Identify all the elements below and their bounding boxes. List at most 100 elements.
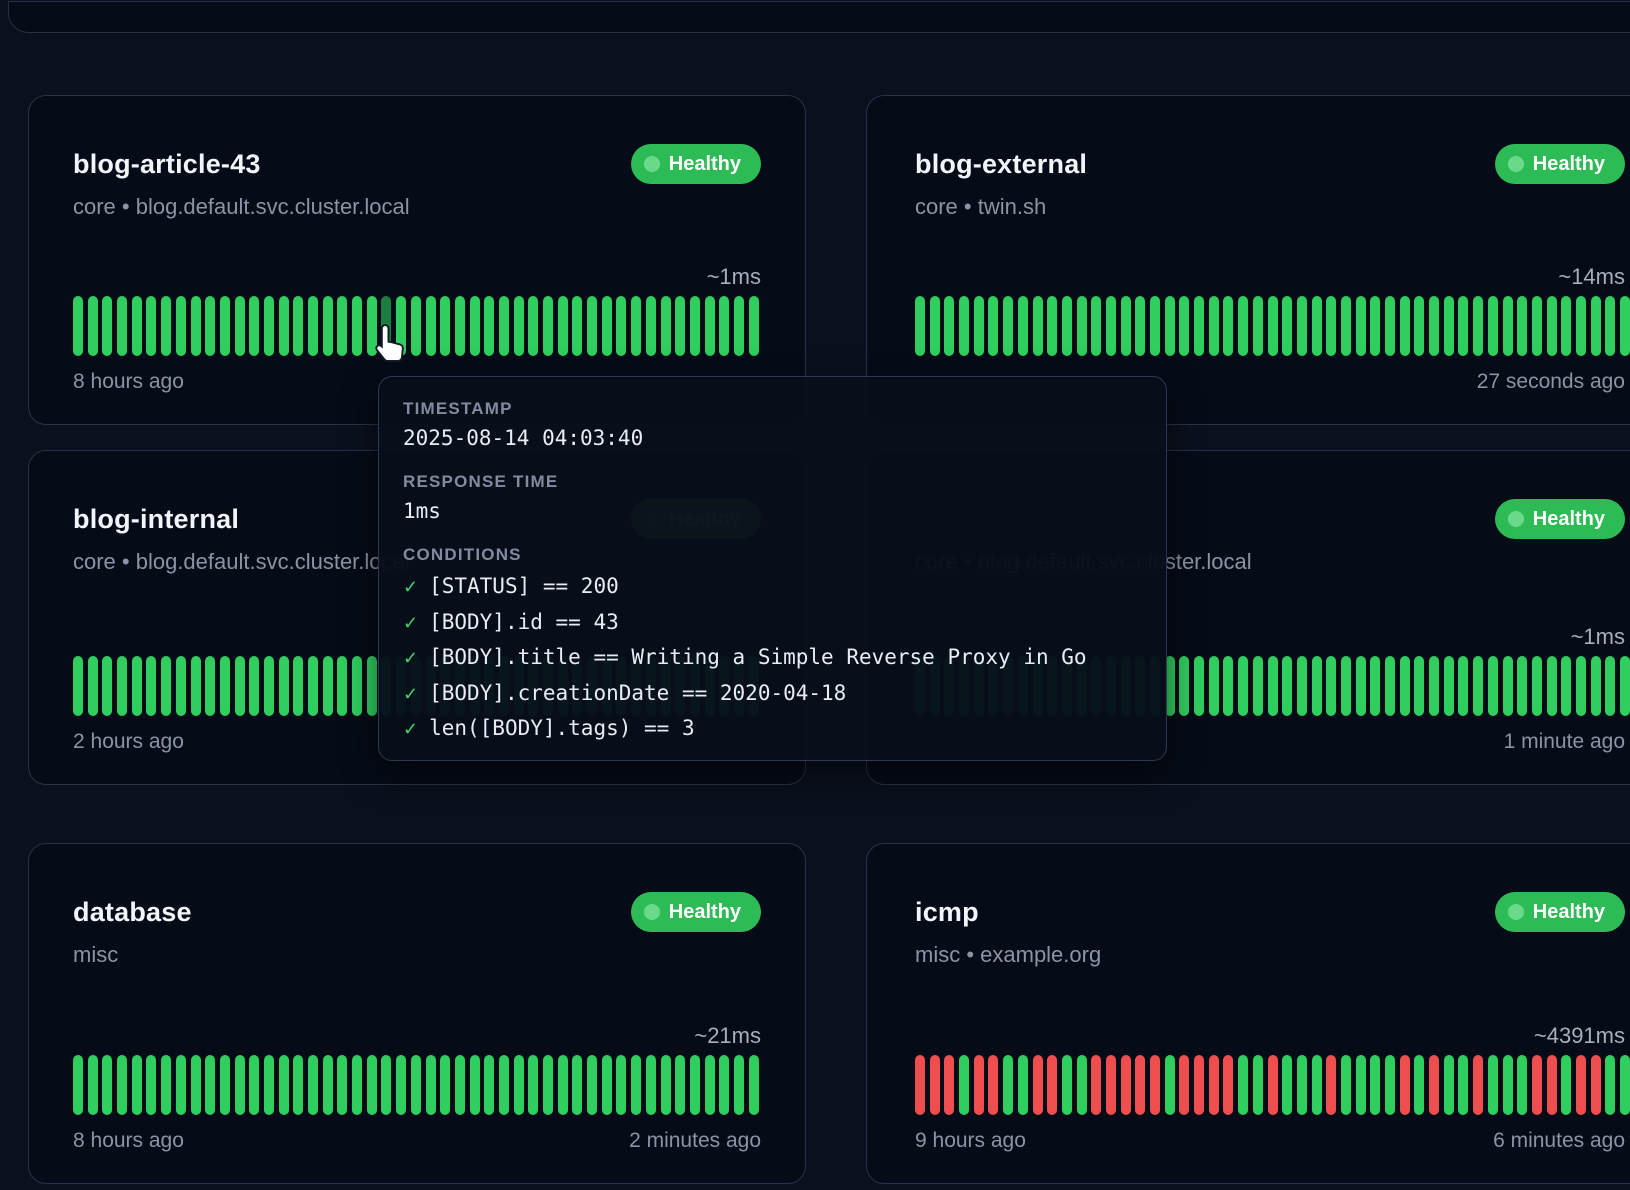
health-bar[interactable]	[1488, 656, 1498, 716]
health-bar[interactable]	[1458, 296, 1468, 356]
health-bar[interactable]	[749, 296, 759, 356]
health-bar[interactable]	[279, 296, 289, 356]
health-bar[interactable]	[1018, 296, 1028, 356]
health-bar[interactable]	[308, 1055, 318, 1115]
health-bar[interactable]	[235, 296, 245, 356]
health-bar[interactable]	[1591, 1055, 1601, 1115]
health-bar[interactable]	[323, 296, 333, 356]
health-bar[interactable]	[1385, 656, 1395, 716]
health-bar[interactable]	[1121, 296, 1131, 356]
health-bar[interactable]	[102, 296, 112, 356]
health-bar[interactable]	[1370, 656, 1380, 716]
health-bar[interactable]	[264, 296, 274, 356]
health-bar[interactable]	[1297, 656, 1307, 716]
health-bar[interactable]	[279, 656, 289, 716]
health-bar[interactable]	[1135, 296, 1145, 356]
health-bar[interactable]	[88, 296, 98, 356]
health-bar[interactable]	[235, 1055, 245, 1115]
health-bar[interactable]	[1517, 656, 1527, 716]
health-bar[interactable]	[1547, 1055, 1557, 1115]
health-bar[interactable]	[484, 1055, 494, 1115]
health-bar[interactable]	[1150, 296, 1160, 356]
health-bar[interactable]	[1385, 1055, 1395, 1115]
health-bar[interactable]	[176, 656, 186, 716]
health-bar[interactable]	[1135, 1055, 1145, 1115]
health-bar[interactable]	[1414, 1055, 1424, 1115]
health-bar[interactable]	[1282, 656, 1292, 716]
health-bar[interactable]	[1473, 656, 1483, 716]
health-bar[interactable]	[352, 1055, 362, 1115]
health-bar[interactable]	[323, 656, 333, 716]
health-bar[interactable]	[1444, 656, 1454, 716]
health-bar[interactable]	[514, 1055, 524, 1115]
health-bar[interactable]	[1620, 1055, 1630, 1115]
health-bar[interactable]	[631, 296, 641, 356]
health-bar[interactable]	[1414, 656, 1424, 716]
health-bar[interactable]	[988, 1055, 998, 1115]
health-bar[interactable]	[293, 296, 303, 356]
health-bar[interactable]	[161, 656, 171, 716]
health-bar[interactable]	[1326, 296, 1336, 356]
health-bar[interactable]	[249, 296, 259, 356]
health-bar[interactable]	[132, 656, 142, 716]
health-bar[interactable]	[1400, 296, 1410, 356]
health-bar[interactable]	[308, 296, 318, 356]
health-bar[interactable]	[1605, 296, 1615, 356]
health-bar[interactable]	[146, 656, 156, 716]
health-bar[interactable]	[602, 1055, 612, 1115]
health-bar[interactable]	[974, 1055, 984, 1115]
health-bar[interactable]	[1297, 1055, 1307, 1115]
health-bar[interactable]	[499, 1055, 509, 1115]
health-bar[interactable]	[587, 1055, 597, 1115]
health-bar[interactable]	[1179, 296, 1189, 356]
health-bar[interactable]	[1620, 656, 1630, 716]
health-bar[interactable]	[1194, 656, 1204, 716]
health-bar[interactable]	[1561, 656, 1571, 716]
health-bar[interactable]	[1077, 1055, 1087, 1115]
health-bar[interactable]	[1268, 296, 1278, 356]
health-bar[interactable]	[499, 296, 509, 356]
health-bar[interactable]	[132, 1055, 142, 1115]
health-bar[interactable]	[367, 1055, 377, 1115]
health-bar[interactable]	[1062, 296, 1072, 356]
health-bar[interactable]	[528, 1055, 538, 1115]
health-bar[interactable]	[1576, 296, 1586, 356]
health-bar[interactable]	[1223, 296, 1233, 356]
health-bar[interactable]	[279, 1055, 289, 1115]
health-bar[interactable]	[1179, 656, 1189, 716]
health-bar[interactable]	[1194, 296, 1204, 356]
health-bar[interactable]	[191, 296, 201, 356]
health-bar[interactable]	[1473, 1055, 1483, 1115]
health-bar[interactable]	[352, 656, 362, 716]
health-bar[interactable]	[1003, 1055, 1013, 1115]
health-bar[interactable]	[572, 1055, 582, 1115]
health-bar[interactable]	[1121, 1055, 1131, 1115]
health-bar[interactable]	[117, 1055, 127, 1115]
health-bar[interactable]	[1312, 656, 1322, 716]
health-bar[interactable]	[1238, 296, 1248, 356]
health-bar[interactable]	[1605, 656, 1615, 716]
health-bar[interactable]	[1532, 656, 1542, 716]
health-bar[interactable]	[543, 296, 553, 356]
health-bar[interactable]	[1370, 296, 1380, 356]
health-bar[interactable]	[974, 296, 984, 356]
health-bar[interactable]	[616, 296, 626, 356]
health-bar[interactable]	[749, 1055, 759, 1115]
health-bar[interactable]	[117, 296, 127, 356]
health-bar[interactable]	[220, 296, 230, 356]
health-bar[interactable]	[1312, 1055, 1322, 1115]
health-bar[interactable]	[1503, 656, 1513, 716]
health-bar[interactable]	[102, 656, 112, 716]
health-bar[interactable]	[734, 296, 744, 356]
health-bar[interactable]	[146, 1055, 156, 1115]
health-bar[interactable]	[249, 1055, 259, 1115]
health-bar[interactable]	[1458, 656, 1468, 716]
health-bar[interactable]	[1591, 656, 1601, 716]
health-bar[interactable]	[1033, 296, 1043, 356]
health-bar[interactable]	[646, 1055, 656, 1115]
health-bar[interactable]	[1488, 1055, 1498, 1115]
health-bar[interactable]	[944, 1055, 954, 1115]
health-bar[interactable]	[1238, 656, 1248, 716]
health-bar[interactable]	[264, 656, 274, 716]
health-bar[interactable]	[426, 296, 436, 356]
